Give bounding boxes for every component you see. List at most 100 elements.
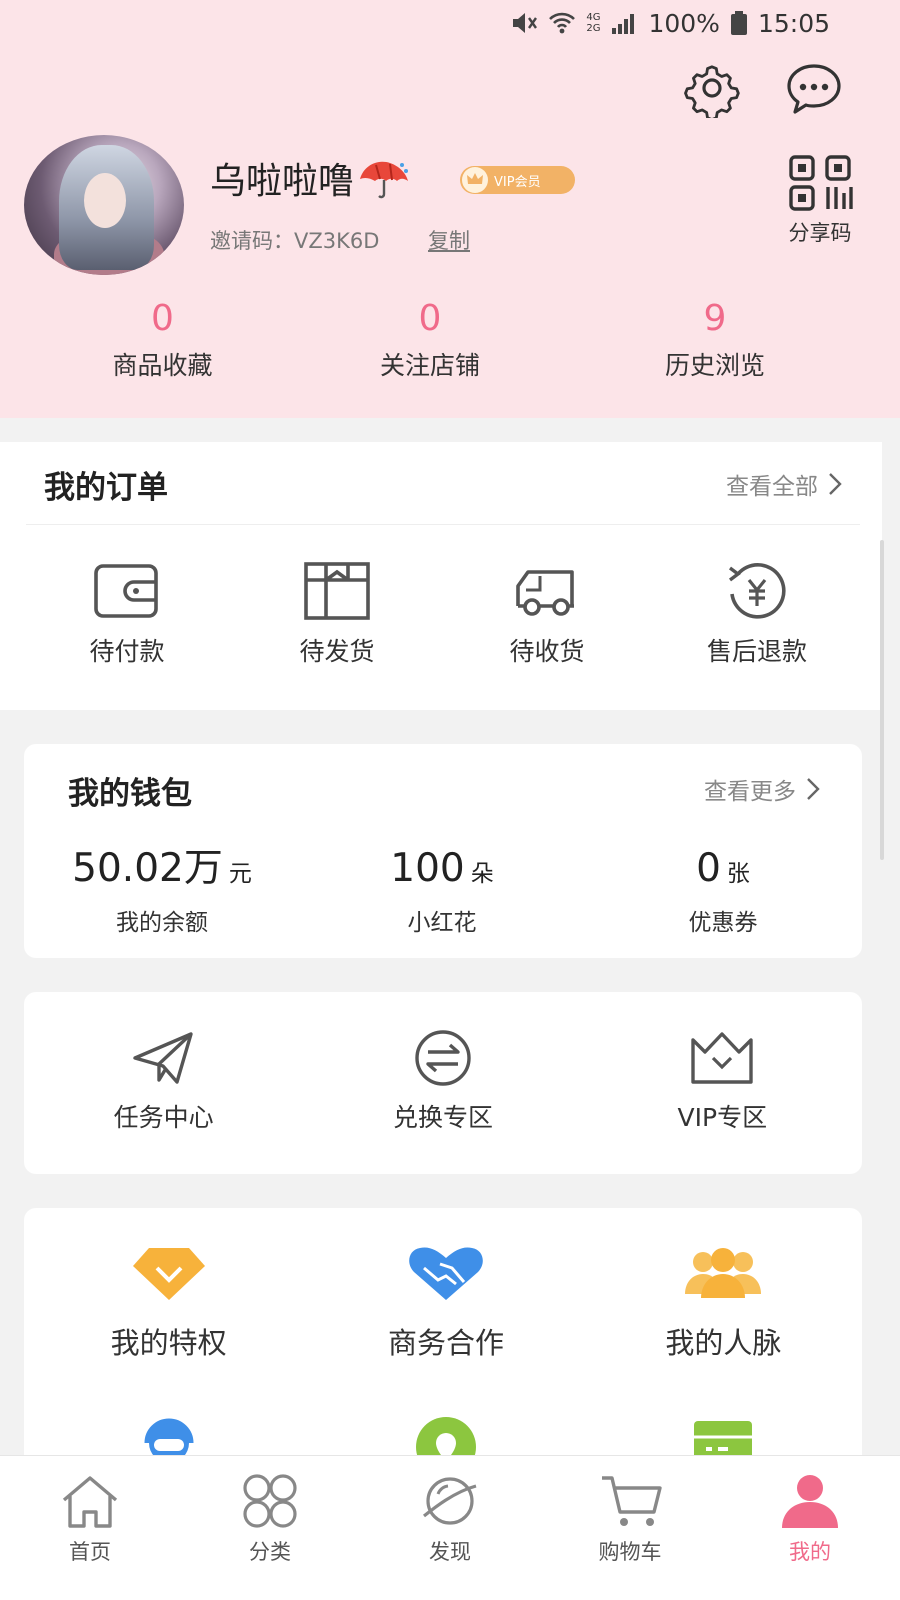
order-label: 售后退款 [706,637,807,666]
cart-icon [602,1476,662,1526]
wallet-value: 50.02万 [72,846,223,891]
order-pending-receipt[interactable]: 待收货 [442,560,652,668]
wallet-label: 小红花 [407,910,477,936]
tab-cart[interactable]: 购物车 [540,1456,720,1600]
box-icon [304,562,370,620]
status-bar: 4G 2G 100% 15:05 [510,8,830,38]
quick-label: VIP专区 [677,1103,768,1132]
stat-favorites[interactable]: 0 商品收藏 [40,298,285,382]
tab-home[interactable]: 首页 [0,1456,180,1600]
order-pending-payment[interactable]: 待付款 [22,560,232,668]
wallet-row: 50.02万元 我的余额 100 朵 小红花 0张 优惠券 [24,846,862,937]
stat-value: 9 [703,298,727,339]
stat-label: 历史浏览 [664,351,765,380]
view-more-wallet-link[interactable]: 查看更多 [704,772,820,806]
wallet-balance[interactable]: 50.02万元 我的余额 [24,846,300,937]
order-label: 待发货 [299,637,375,666]
gear-icon[interactable] [682,58,742,118]
exchange-zone-button[interactable]: 兑换专区 [303,1028,582,1134]
clock: 15:05 [757,8,830,38]
services-card: 我的特权 商务合作 我的人脉 [24,1208,862,1468]
service-label: 我的特权 [110,1326,227,1360]
stat-value: 0 [151,298,174,339]
wallet-red-flowers[interactable]: 100 朵 小红花 [300,846,584,937]
umbrella-emoji-icon [360,161,409,199]
stat-history[interactable]: 9 历史浏览 [575,298,855,382]
diamond-icon [132,1248,205,1300]
quick-entries-card: 任务中心 兑换专区 VIP专区 [24,992,862,1174]
home-icon [62,1476,118,1528]
username: 乌啦啦噜 [210,152,412,204]
crown-badge-icon [462,167,488,193]
avatar[interactable] [24,135,184,275]
signal-icon [612,14,635,34]
wallet-value: 0 [696,846,721,891]
tab-label: 购物车 [598,1540,662,1564]
truck-icon [516,570,574,616]
chevron-right-icon [807,778,820,800]
order-status-row: 待付款 待发货 待收货 售后退款 [0,560,882,668]
stat-followed-shops[interactable]: 0 关注店铺 [285,298,575,382]
scrollbar[interactable] [880,540,884,860]
copy-button[interactable]: 复制 [428,225,470,255]
view-all-orders-link[interactable]: 查看全部 [726,467,842,501]
service-label: 我的人脉 [665,1326,782,1360]
task-center-button[interactable]: 任务中心 [24,1028,303,1134]
wallet-coupons[interactable]: 0张 优惠券 [584,846,862,937]
tab-label: 我的 [789,1540,831,1564]
planet-icon [423,1477,477,1525]
invite-code: 邀请码：VZ3K6D [210,229,380,253]
tab-label: 分类 [249,1540,291,1564]
wallet-title: 我的钱包 [68,776,192,812]
category-icon [243,1474,297,1528]
tab-discover[interactable]: 发现 [360,1456,540,1600]
wallet-icon [94,564,158,618]
divider [26,524,860,525]
battery-icon [730,11,747,35]
order-refund[interactable]: 售后退款 [652,560,862,668]
stats-row: 0 商品收藏 0 关注店铺 9 历史浏览 [0,298,900,382]
service-label: 商务合作 [387,1326,504,1360]
vip-zone-button[interactable]: VIP专区 [583,1028,862,1134]
wallet-label: 我的余额 [116,910,208,936]
bottom-tab-bar: 首页 分类 发现 购物车 我的 [0,1455,900,1600]
mute-icon [513,13,538,33]
quick-entries-row: 任务中心 兑换专区 VIP专区 [24,1028,862,1134]
wallet-unit: 元 [228,861,252,887]
tab-label: 首页 [69,1540,111,1564]
tab-label: 发现 [429,1540,471,1564]
orders-section: 我的订单 查看全部 待付款 待发货 待收货 售后退款 [0,442,882,710]
chevron-right-icon [829,473,842,495]
stat-label: 商品收藏 [112,351,213,380]
paper-plane-icon [132,1032,193,1084]
stat-label: 关注店铺 [379,351,480,380]
wifi-icon [549,12,576,34]
wallet-unit: 张 [726,861,750,887]
my-contacts-button[interactable]: 我的人脉 [585,1244,862,1362]
my-privileges-button[interactable]: 我的特权 [30,1244,307,1362]
order-pending-shipment[interactable]: 待发货 [232,560,442,668]
stat-value: 0 [418,298,442,339]
wallet-value: 100 [390,846,465,891]
battery-percent: 100% [648,8,720,38]
quick-label: 兑换专区 [392,1103,493,1132]
orders-title: 我的订单 [44,470,168,506]
qr-code-icon [789,155,853,211]
wallet-card: 我的钱包 查看更多 50.02万元 我的余额 100 朵 小红花 0张 优惠券 [24,744,862,958]
wallet-unit: 朵 [470,861,494,887]
share-code-button[interactable]: 分享码 [780,155,860,247]
services-row: 我的特权 商务合作 我的人脉 [24,1244,862,1362]
order-label: 待付款 [89,637,165,666]
message-icon[interactable] [784,60,844,120]
refund-yen-icon [728,563,786,619]
order-label: 待收货 [509,637,585,666]
tab-category[interactable]: 分类 [180,1456,360,1600]
network-type: 4G 2G [586,12,601,34]
tab-mine[interactable]: 我的 [720,1456,900,1600]
business-cooperation-button[interactable]: 商务合作 [307,1244,584,1362]
exchange-icon [415,1030,471,1086]
quick-label: 任务中心 [113,1103,214,1132]
vip-badge[interactable]: VIP会员 [460,166,575,194]
wallet-label: 优惠券 [688,910,758,936]
share-code-label: 分享码 [788,221,852,245]
